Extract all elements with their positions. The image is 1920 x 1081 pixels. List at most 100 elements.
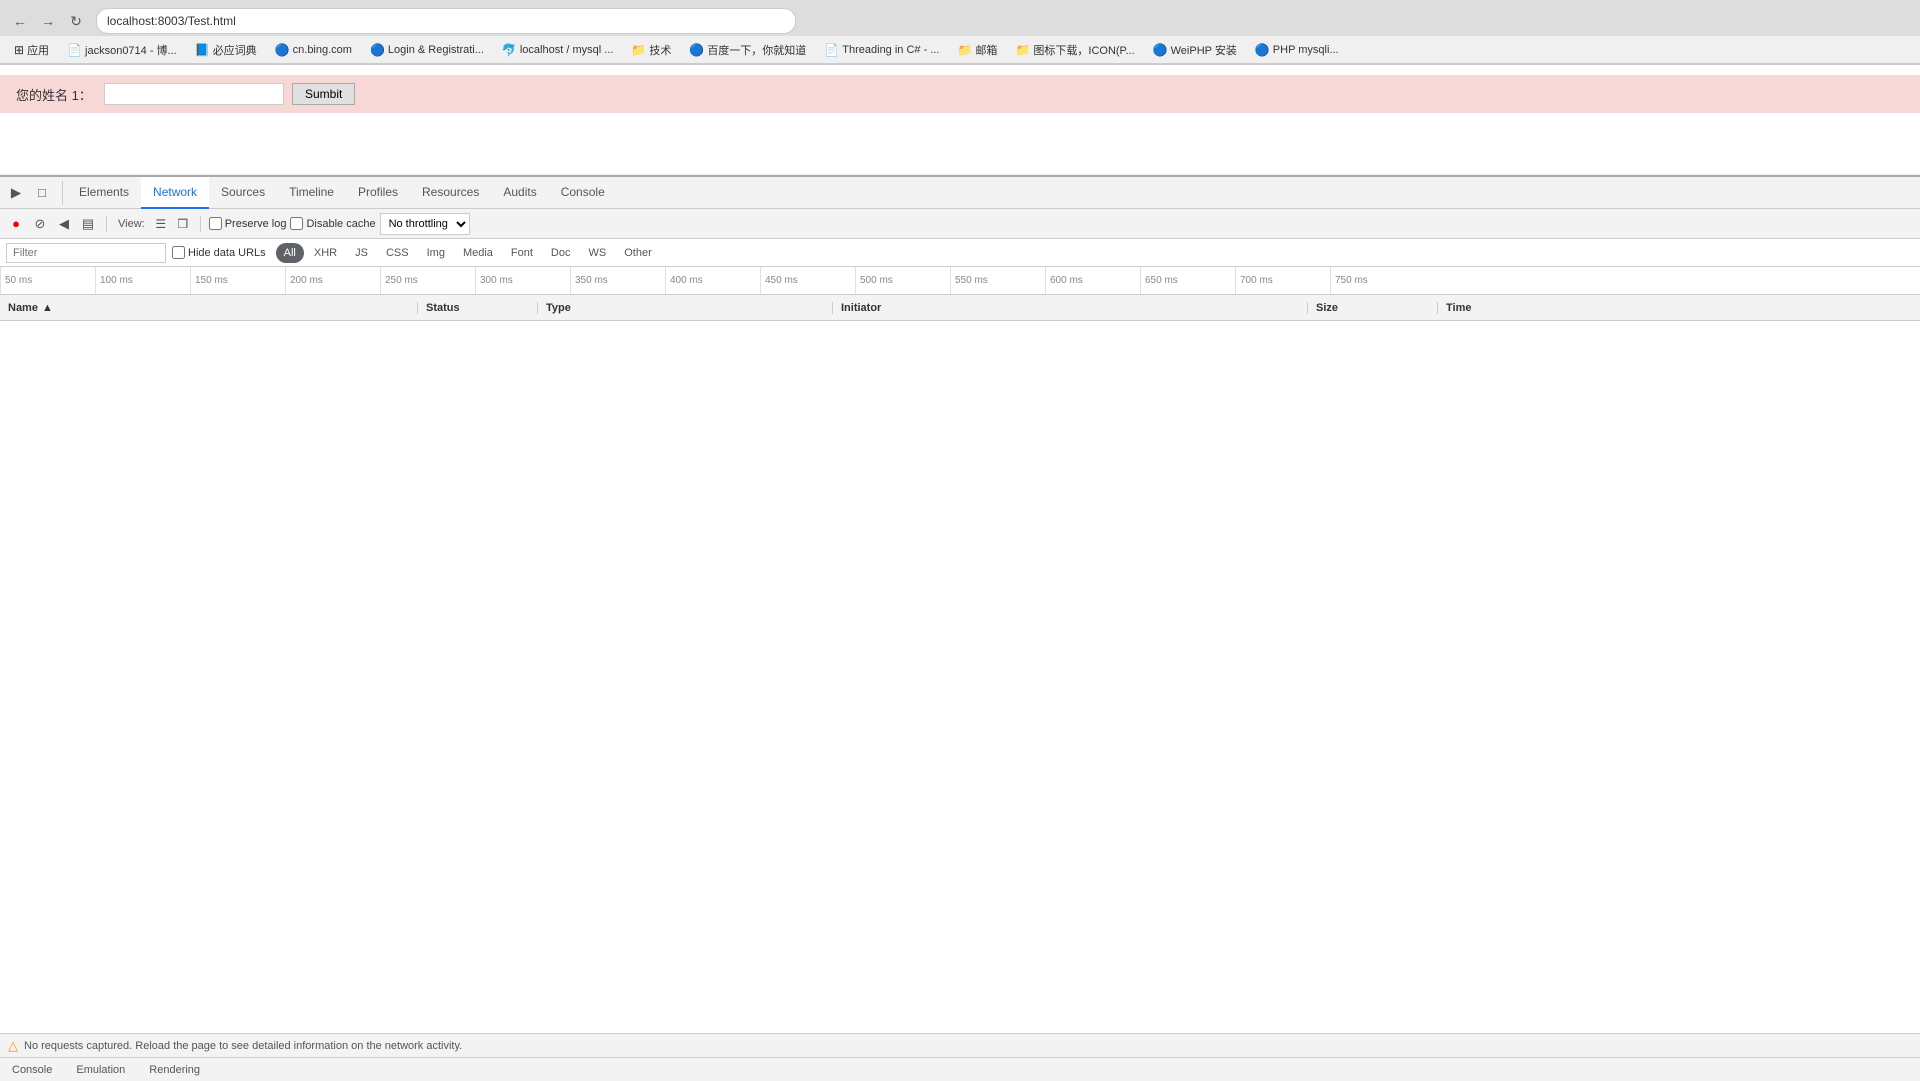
th-type[interactable]: Type <box>538 302 833 314</box>
devtools-tab-elements[interactable]: Elements <box>67 177 141 209</box>
bookmark-icon: 🔵 <box>275 43 290 57</box>
ruler-tick: 50 ms <box>0 267 95 294</box>
filter-type-xhr[interactable]: XHR <box>306 243 345 263</box>
filter-input[interactable] <box>6 243 166 263</box>
bookmark-item[interactable]: 🐬localhost / mysql ... <box>496 41 620 59</box>
submit-button[interactable]: Sumbit <box>292 83 355 105</box>
filter-type-font[interactable]: Font <box>503 243 541 263</box>
bookmark-label: 图标下载，ICON(P... <box>1033 42 1134 58</box>
filter-type-media[interactable]: Media <box>455 243 501 263</box>
bottom-tab-rendering[interactable]: Rendering <box>145 1064 204 1076</box>
bottom-tab-console[interactable]: Console <box>8 1064 56 1076</box>
devtools-tab-network[interactable]: Network <box>141 177 209 209</box>
devtools-tab-console[interactable]: Console <box>549 177 617 209</box>
bookmark-item[interactable]: ⊞应用 <box>8 40 55 60</box>
address-bar[interactable]: localhost:8003/Test.html <box>96 8 796 34</box>
devtools-tab-profiles[interactable]: Profiles <box>346 177 410 209</box>
bookmark-item[interactable]: 📘必应词典 <box>189 40 263 60</box>
devtools-tab-timeline[interactable]: Timeline <box>277 177 346 209</box>
page-content: 您的姓名 1： Sumbit <box>0 65 1920 175</box>
bottom-tabs: Console Emulation Rendering <box>0 1057 1920 1081</box>
bookmark-item[interactable]: 📄Threading in C# - ... <box>818 41 945 59</box>
devtools-tab-resources[interactable]: Resources <box>410 177 491 209</box>
th-name[interactable]: Name ▲ <box>0 302 418 314</box>
disable-cache-checkbox[interactable] <box>290 217 303 230</box>
filter-type-img[interactable]: Img <box>419 243 453 263</box>
bookmark-label: 技术 <box>649 42 671 58</box>
filter-type-js[interactable]: JS <box>347 243 376 263</box>
clear-button[interactable]: ⊘ <box>30 214 50 234</box>
bookmark-icon: 🔵 <box>1153 43 1168 57</box>
bookmark-label: WeiPHP 安装 <box>1171 42 1237 58</box>
forward-button[interactable]: → <box>36 9 60 33</box>
bookmark-icon: 📄 <box>67 43 82 57</box>
bookmark-item[interactable]: 📁邮箱 <box>951 40 1003 60</box>
list-view-button[interactable]: ☰ <box>152 215 170 233</box>
ruler-tick: 150 ms <box>190 267 285 294</box>
ruler-tick: 350 ms <box>570 267 665 294</box>
bookmark-icon: 📁 <box>631 43 646 57</box>
reload-button[interactable]: ↻ <box>64 9 88 33</box>
hide-data-urls-checkbox[interactable] <box>172 246 185 259</box>
th-status[interactable]: Status <box>418 302 538 314</box>
back-button[interactable]: ← <box>8 9 32 33</box>
th-size[interactable]: Size <box>1308 302 1438 314</box>
ruler-tick: 650 ms <box>1140 267 1235 294</box>
record-button[interactable]: ● <box>6 214 26 234</box>
network-toolbar: ● ⊘ ◀ ▤ View: ☰ ❒ Preserve log Disable c… <box>0 209 1920 239</box>
bookmark-item[interactable]: 🔵百度一下，你就知道 <box>683 40 812 60</box>
bookmark-item[interactable]: 🔵Login & Registrati... <box>364 41 490 59</box>
ruler-tick: 500 ms <box>855 267 950 294</box>
warning-icon: △ <box>8 1038 18 1054</box>
bookmark-icon: 📁 <box>1015 43 1030 57</box>
bookmark-item[interactable]: 📁图标下载，ICON(P... <box>1009 40 1140 60</box>
filter-type-ws[interactable]: WS <box>580 243 614 263</box>
bookmark-item[interactable]: 🔵PHP mysqli... <box>1249 41 1345 59</box>
th-initiator[interactable]: Initiator <box>833 302 1308 314</box>
bookmark-item[interactable]: 🔵cn.bing.com <box>269 41 358 59</box>
bookmark-icon: 📘 <box>195 43 210 57</box>
timeline-ruler: 50 ms100 ms150 ms200 ms250 ms300 ms350 m… <box>0 267 1920 295</box>
bookmark-icon: 🔵 <box>370 43 385 57</box>
preserve-log-checkbox[interactable] <box>209 217 222 230</box>
tab-bar: ← → ↻ localhost:8003/Test.html <box>0 0 1920 36</box>
view-label: View: <box>118 218 145 230</box>
bookmark-item[interactable]: 📁技术 <box>625 40 677 60</box>
inspect-element-button[interactable]: ▶ <box>4 181 28 205</box>
disable-cache-label[interactable]: Disable cache <box>290 217 375 230</box>
hide-data-urls-label[interactable]: Hide data URLs <box>172 246 266 259</box>
bookmark-label: Login & Registrati... <box>388 44 484 56</box>
large-view-button[interactable]: ❒ <box>174 215 192 233</box>
url-text: localhost:8003/Test.html <box>107 14 236 28</box>
bottom-tab-emulation[interactable]: Emulation <box>72 1064 129 1076</box>
filter-toggle-button[interactable]: ◀ <box>54 214 74 234</box>
filter-type-doc[interactable]: Doc <box>543 243 579 263</box>
filter-type-other[interactable]: Other <box>616 243 660 263</box>
filter-type-all[interactable]: All <box>276 243 304 263</box>
devtools-tabs: ElementsNetworkSourcesTimelineProfilesRe… <box>67 177 617 208</box>
ruler-tick: 600 ms <box>1045 267 1140 294</box>
name-input[interactable] <box>104 83 284 105</box>
bookmark-item[interactable]: 📄jackson0714 - 博... <box>61 40 183 60</box>
bookmark-item[interactable]: 🔵WeiPHP 安装 <box>1147 40 1243 60</box>
devtools-tab-sources[interactable]: Sources <box>209 177 277 209</box>
bookmark-label: PHP mysqli... <box>1273 44 1339 56</box>
capture-screenshot-button[interactable]: ▤ <box>78 214 98 234</box>
sort-arrow-icon: ▲ <box>42 302 53 314</box>
ruler-tick: 200 ms <box>285 267 380 294</box>
th-time[interactable]: Time <box>1438 302 1920 314</box>
preserve-log-label[interactable]: Preserve log <box>209 217 287 230</box>
separator1 <box>106 216 107 232</box>
bookmark-label: 邮箱 <box>975 42 997 58</box>
ruler-tick: 550 ms <box>950 267 1045 294</box>
devtools-tab-audits[interactable]: Audits <box>491 177 548 209</box>
table-body <box>0 321 1920 1033</box>
throttle-select[interactable]: No throttling <box>380 213 470 235</box>
devtools-tabbar: ▶ □ ElementsNetworkSourcesTimelineProfil… <box>0 177 1920 209</box>
filter-type-css[interactable]: CSS <box>378 243 417 263</box>
bookmark-icon: 📄 <box>824 43 839 57</box>
dock-button[interactable]: □ <box>30 181 54 205</box>
browser-chrome: ← → ↻ localhost:8003/Test.html ⊞应用 📄jacks… <box>0 0 1920 65</box>
bookmark-label: localhost / mysql ... <box>520 44 614 56</box>
status-message: No requests captured. Reload the page to… <box>24 1040 462 1052</box>
